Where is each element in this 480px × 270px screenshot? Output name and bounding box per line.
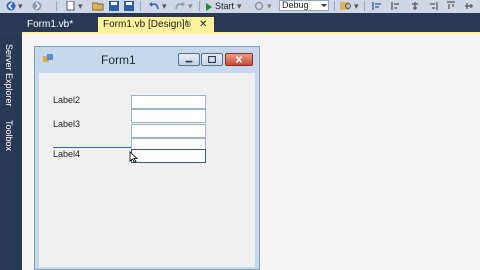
- align-right-icon[interactable]: [428, 1, 438, 11]
- new-item-icon[interactable]: [66, 1, 76, 11]
- align-icon[interactable]: [372, 1, 382, 11]
- toolbar-separator: [140, 1, 141, 11]
- maximize-button[interactable]: [201, 53, 223, 66]
- solution-configuration-select[interactable]: Debug: [279, 0, 329, 11]
- open-icon[interactable]: [92, 1, 104, 11]
- undo-icon[interactable]: [148, 1, 160, 11]
- server-explorer-tab[interactable]: Server Explorer: [4, 44, 14, 107]
- start-label: Start: [215, 1, 235, 11]
- tab-form1-design[interactable]: Form1.vb [Design]* ⊕ ✕: [98, 17, 214, 33]
- form-client-area[interactable]: Label2 Label3 Label4: [39, 73, 255, 267]
- textbox[interactable]: [131, 95, 206, 109]
- toolbox-tab[interactable]: Toolbox: [4, 120, 14, 151]
- find-dropdown-icon[interactable]: ▾: [354, 0, 359, 13]
- back-icon[interactable]: [5, 1, 17, 11]
- pin-icon[interactable]: ⊕: [184, 17, 192, 32]
- align-left-icon[interactable]: [391, 1, 401, 11]
- alignment-snapline: [53, 147, 131, 148]
- close-icon: [235, 56, 243, 63]
- toolbar-separator: [199, 1, 200, 11]
- align-top-icon[interactable]: [446, 1, 456, 11]
- close-icon[interactable]: ✕: [199, 17, 207, 32]
- redo-icon[interactable]: [174, 1, 186, 11]
- align-center-icon[interactable]: [410, 1, 420, 11]
- start-button[interactable]: Start ▾: [206, 0, 242, 13]
- tab-label: Form1.vb*: [27, 19, 74, 30]
- back-dropdown-icon[interactable]: ▾: [18, 0, 23, 13]
- tab-form1-code[interactable]: Form1.vb*: [22, 17, 78, 33]
- textbox-being-placed[interactable]: [131, 149, 206, 163]
- toolbar-separator: [334, 1, 335, 11]
- chevron-down-icon: [321, 4, 327, 7]
- start-dropdown-icon[interactable]: ▾: [237, 1, 242, 12]
- textbox[interactable]: [131, 124, 206, 138]
- toolbar-separator: [364, 1, 365, 11]
- close-button[interactable]: [225, 53, 253, 66]
- form-icon: [43, 54, 53, 62]
- tab-label: Form1.vb [Design]*: [103, 19, 189, 30]
- textbox[interactable]: [131, 109, 206, 123]
- toolbar-separator: [56, 1, 57, 11]
- find-icon[interactable]: [340, 1, 352, 11]
- forward-icon[interactable]: [31, 1, 43, 11]
- minimize-button[interactable]: [178, 53, 200, 66]
- restart-dropdown-icon[interactable]: ▾: [267, 0, 272, 13]
- undo-dropdown-icon[interactable]: ▾: [162, 0, 167, 13]
- save-icon[interactable]: [109, 1, 119, 11]
- start-icon: [206, 2, 212, 11]
- label3[interactable]: Label3: [53, 119, 80, 129]
- main-toolbar: ▾ ▾ ▾ ▾ Start ▾ ▾ Debug ▾: [0, 0, 480, 13]
- align-middle-icon[interactable]: [464, 1, 474, 11]
- form-title-bar[interactable]: Form1: [35, 47, 259, 73]
- maximize-icon: [208, 55, 216, 64]
- side-tool-panel: Server Explorer Toolbox: [0, 34, 22, 270]
- label2[interactable]: Label2: [53, 95, 80, 105]
- new-item-dropdown-icon[interactable]: ▾: [78, 0, 83, 13]
- solution-configuration-value: Debug: [282, 0, 309, 10]
- minimize-icon: [185, 60, 193, 63]
- form-title: Form1: [101, 53, 136, 67]
- cursor-icon: [129, 151, 139, 163]
- form-window[interactable]: Form1 Label2 Label3 Label4: [34, 46, 260, 270]
- save-all-icon[interactable]: [124, 1, 134, 11]
- label4[interactable]: Label4: [53, 149, 80, 159]
- restart-icon[interactable]: [254, 1, 264, 11]
- document-tab-strip: Form1.vb* Form1.vb [Design]* ⊕ ✕: [0, 13, 480, 33]
- redo-dropdown-icon[interactable]: ▾: [188, 0, 193, 13]
